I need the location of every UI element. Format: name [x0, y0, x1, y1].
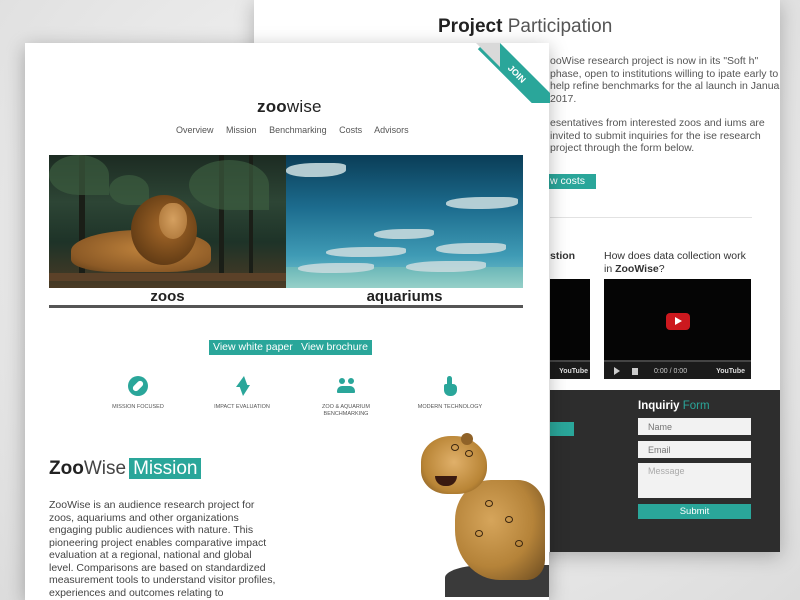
leopard-photo	[415, 430, 549, 597]
people-icon	[336, 376, 356, 396]
foliage	[189, 160, 269, 210]
hero-banner: zoos aquariums	[49, 155, 523, 313]
leopard-mouth	[435, 476, 457, 486]
video-control-bar: YouTube	[550, 362, 590, 379]
volume-icon[interactable]	[632, 368, 638, 375]
feature-label: MODERN TECHNOLOGY	[417, 404, 483, 410]
mission-paragraph: ZooWise is an audience research project …	[49, 499, 276, 599]
foliage	[109, 175, 149, 205]
feature-benchmarking: ZOO & AQUARIUM BENCHMARKING	[306, 376, 386, 418]
youtube-logo[interactable]: YouTube	[716, 368, 745, 375]
leopard-spot	[505, 516, 513, 523]
view-brochure-button[interactable]: View brochure	[297, 340, 372, 355]
play-button-icon[interactable]	[666, 313, 690, 330]
foliage	[49, 155, 109, 195]
leopard-head	[421, 433, 487, 494]
touch-icon	[440, 376, 460, 396]
shark	[406, 261, 486, 272]
shark	[436, 243, 506, 254]
participation-paragraph-2: esentatives from interested zoos and ium…	[550, 117, 765, 154]
divider	[550, 217, 752, 218]
lion-face	[159, 203, 187, 239]
main-nav: Overview Mission Benchmarking Costs Advi…	[176, 125, 419, 135]
mission-heading: ZooWise Mission	[49, 458, 202, 480]
bolt-icon	[232, 376, 252, 396]
video-2-title: How does data collection work in ZooWise…	[604, 250, 746, 275]
zoos-label[interactable]: zoos	[49, 288, 286, 305]
leopard-body	[455, 480, 545, 580]
video-control-bar: 0:00 / 0:00 YouTube	[604, 362, 751, 379]
nav-overview[interactable]: Overview	[176, 125, 214, 135]
feature-impact-evaluation: IMPACT EVALUATION	[202, 376, 282, 411]
compass-icon	[128, 376, 148, 396]
shark	[374, 229, 434, 239]
hero-strip	[49, 305, 523, 308]
leopard-spot	[515, 540, 523, 547]
submit-button[interactable]: Submit	[638, 504, 751, 519]
zoowise-logo[interactable]: zoowise	[257, 97, 322, 117]
inquiry-form-title: Inquiriy Form	[638, 400, 710, 412]
name-field[interactable]	[638, 418, 751, 435]
nav-advisors[interactable]: Advisors	[374, 125, 409, 135]
shark	[326, 247, 406, 257]
nav-benchmarking[interactable]: Benchmarking	[269, 125, 327, 135]
feature-label: ZOO & AQUARIUM BENCHMARKING	[322, 404, 370, 417]
shark	[298, 263, 374, 273]
feature-mission-focused: MISSION FOCUSED	[98, 376, 178, 411]
page-curl	[476, 43, 500, 67]
email-field[interactable]	[638, 441, 751, 458]
nav-costs[interactable]: Costs	[339, 125, 362, 135]
view-white-paper-button[interactable]: View white paper	[209, 340, 297, 355]
panel-button-fragment[interactable]	[550, 422, 574, 436]
participation-paragraph-1: ooWise research project is now in its "S…	[550, 55, 780, 105]
video-player-1[interactable]: YouTube	[550, 279, 590, 379]
play-icon[interactable]	[614, 367, 620, 375]
youtube-logo[interactable]: YouTube	[559, 368, 588, 375]
view-costs-button[interactable]: w costs	[544, 174, 596, 189]
feature-label: MISSION FOCUSED	[112, 404, 164, 410]
leopard-spot	[465, 450, 473, 457]
leopard-ear	[461, 433, 473, 445]
participation-title: Project Participation	[438, 16, 613, 37]
message-field[interactable]: Message	[638, 463, 751, 498]
video-player-2[interactable]: 0:00 / 0:00 YouTube	[604, 279, 751, 379]
leopard-spot	[475, 530, 483, 537]
shark	[286, 163, 346, 177]
aquariums-label[interactable]: aquariums	[286, 288, 523, 305]
video-time: 0:00 / 0:00	[654, 368, 688, 375]
feature-label: IMPACT EVALUATION	[214, 404, 270, 410]
rock-ledge	[49, 273, 286, 281]
leopard-spot	[485, 500, 493, 507]
shark	[446, 197, 518, 209]
aquarium-photo[interactable]	[286, 155, 523, 289]
nav-mission[interactable]: Mission	[226, 125, 257, 135]
lion-photo[interactable]	[49, 155, 286, 289]
video-1-title: stion	[550, 250, 576, 262]
feature-modern-technology: MODERN TECHNOLOGY	[410, 376, 490, 411]
leopard-spot	[451, 444, 459, 451]
